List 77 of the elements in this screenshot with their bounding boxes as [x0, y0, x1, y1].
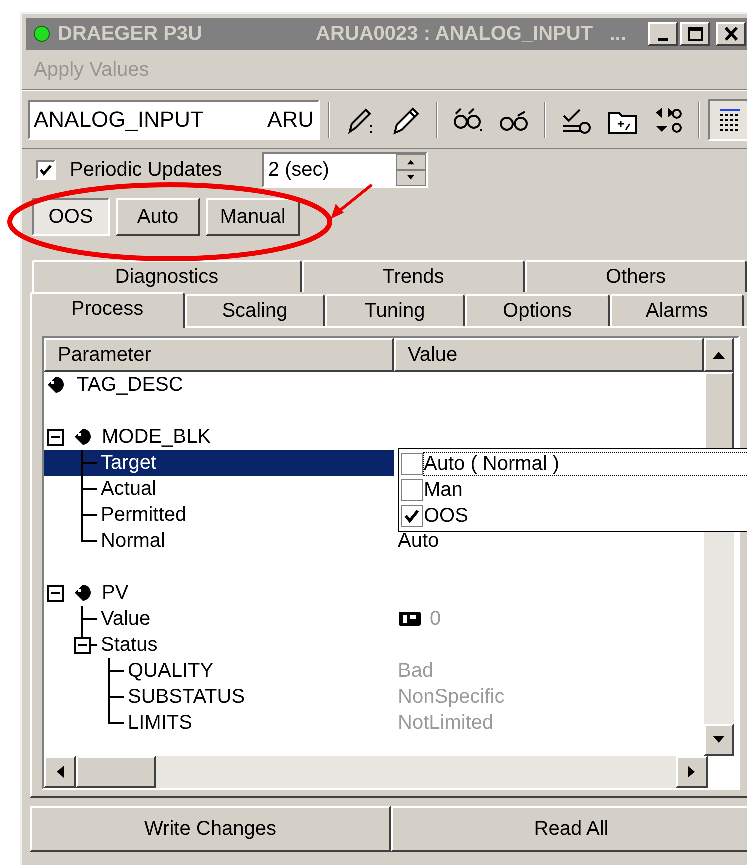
- tree-row[interactable]: Value: [44, 606, 394, 632]
- tab[interactable]: Tuning: [325, 294, 465, 326]
- maximize-button[interactable]: [680, 22, 710, 46]
- right-arrow-icon: [687, 765, 697, 779]
- mode-button[interactable]: OOS: [32, 198, 110, 236]
- tree-row[interactable]: Status: [44, 632, 394, 658]
- tree-line: [81, 450, 97, 476]
- maximize-icon: [686, 25, 704, 43]
- interval-spinner[interactable]: 2 (sec): [262, 152, 428, 188]
- option-label[interactable]: OOS: [423, 504, 470, 528]
- mode-button[interactable]: Auto: [116, 198, 200, 236]
- parameter-value: Auto: [398, 529, 440, 554]
- checkbox[interactable]: [36, 160, 56, 180]
- parameter-icon: [47, 376, 65, 394]
- checkbox-label: Periodic Updates: [70, 158, 222, 182]
- tree-line: [108, 658, 124, 684]
- option-label[interactable]: Auto ( Normal ): [423, 452, 747, 476]
- tab[interactable]: Process: [30, 292, 185, 328]
- pointer-arrow: [331, 184, 373, 219]
- option-label[interactable]: Man: [423, 478, 464, 502]
- checkbox[interactable]: [401, 479, 423, 501]
- tab[interactable]: Others: [525, 260, 747, 292]
- scroll-left-button[interactable]: [44, 756, 76, 788]
- parameter-value: NonSpecific: [398, 685, 505, 710]
- tree-row[interactable]: Actual: [44, 476, 394, 502]
- tab[interactable]: Diagnostics: [32, 260, 302, 292]
- left-arrow-icon: [55, 765, 65, 779]
- tree-row[interactable]: Target: [44, 450, 394, 476]
- close-button[interactable]: [716, 22, 746, 46]
- tab[interactable]: Alarms: [610, 294, 744, 326]
- action-button[interactable]: Write Changes: [30, 806, 391, 852]
- tree-row[interactable]: TAG_DESC: [44, 372, 394, 398]
- app-name: DRAEGER P3U: [58, 22, 204, 47]
- parameter-icon: [74, 584, 92, 602]
- checkmark-icon: [404, 508, 420, 524]
- minimize-button[interactable]: [648, 22, 678, 46]
- horizontal-scrollbar[interactable]: [44, 756, 708, 788]
- tree-row[interactable]: Permitted: [44, 502, 394, 528]
- tree-row[interactable]: LIMITS: [44, 710, 394, 736]
- tree-row[interactable]: PV: [44, 580, 394, 606]
- column-header[interactable]: Parameter: [44, 338, 394, 372]
- tree-row[interactable]: MODE_BLK: [44, 424, 394, 450]
- tree-line: [81, 476, 97, 502]
- minimize-icon: [658, 38, 668, 40]
- column-header[interactable]: Value: [394, 338, 704, 372]
- status-light-icon: [34, 26, 50, 42]
- up-arrow-icon: [712, 350, 726, 360]
- checkmark-icon: [39, 162, 53, 176]
- tab[interactable]: Trends: [302, 260, 525, 292]
- down-arrow-icon: [712, 735, 726, 745]
- collapse-icon[interactable]: [47, 429, 64, 446]
- tree-row[interactable]: SUBSTATUS: [44, 684, 394, 710]
- checkbox[interactable]: [401, 505, 423, 527]
- scroll-thumb[interactable]: [76, 756, 156, 788]
- parameter-value: 0: [430, 607, 442, 632]
- tag-suffix: ARU: [268, 106, 314, 134]
- list-button[interactable]: [708, 98, 747, 140]
- parameter-icon: [74, 428, 92, 446]
- action-button[interactable]: Read All: [391, 806, 747, 852]
- tree-row[interactable]: Normal: [44, 528, 394, 554]
- tab[interactable]: Options: [465, 294, 610, 326]
- tag-value: ANALOG_INPUT: [34, 106, 204, 134]
- window-title: ARUA0023 : ANALOG_INPUT ...: [316, 22, 628, 47]
- parameter-value: NotLimited: [398, 711, 494, 736]
- collapse-icon[interactable]: [74, 637, 91, 654]
- tab[interactable]: Scaling: [185, 294, 325, 326]
- scroll-up-button[interactable]: [704, 338, 734, 372]
- spin-up-icon[interactable]: [396, 154, 426, 170]
- collapse-icon[interactable]: [47, 585, 64, 602]
- parameter-value: Bad: [398, 659, 434, 684]
- tree-row[interactable]: QUALITY: [44, 658, 394, 684]
- spin-down-icon[interactable]: [396, 170, 426, 186]
- tag-field[interactable]: ANALOG_INPUT ARU: [28, 100, 320, 140]
- checkbox[interactable]: [401, 453, 423, 475]
- scroll-down-button[interactable]: [704, 724, 734, 756]
- mode-button[interactable]: Manual: [206, 198, 300, 236]
- scroll-right-button[interactable]: [676, 756, 708, 788]
